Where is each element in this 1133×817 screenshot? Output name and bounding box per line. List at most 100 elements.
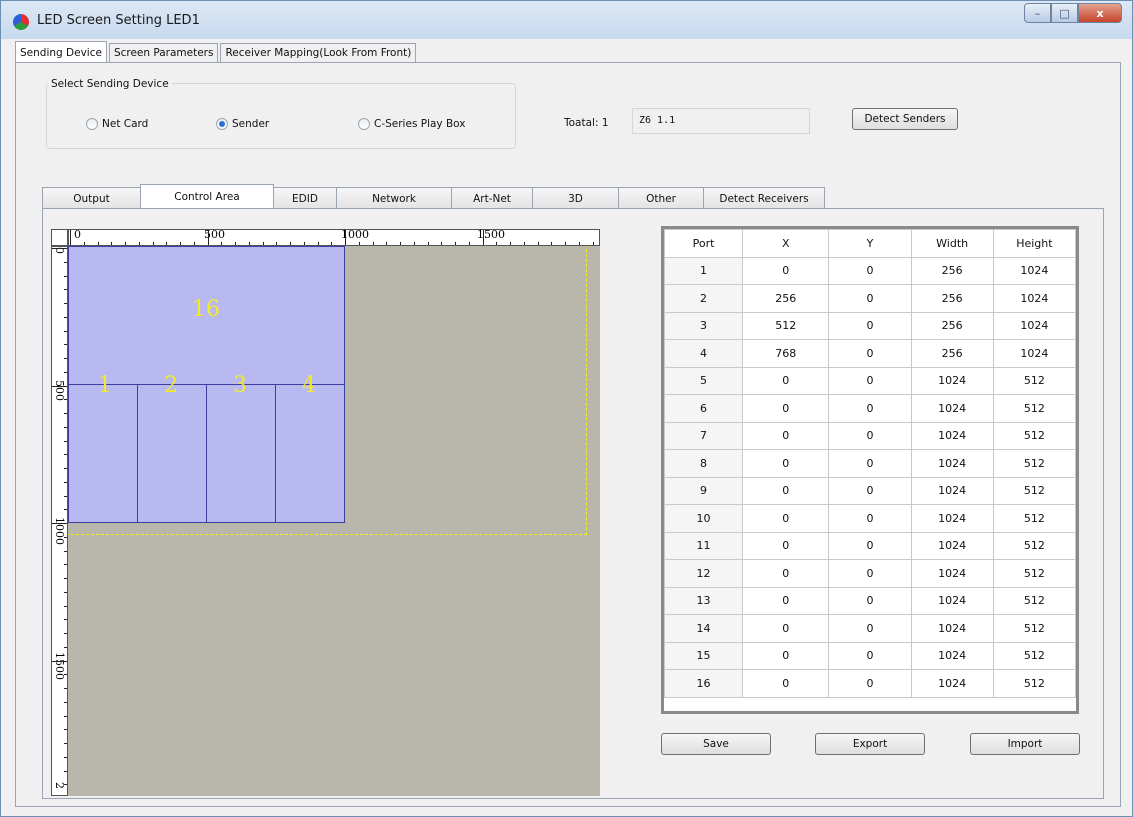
table-cell-height[interactable]: 512 <box>992 669 1077 698</box>
detect-senders-button[interactable]: Detect Senders <box>852 108 958 130</box>
table-cell-y[interactable]: 0 <box>828 586 912 615</box>
table-cell-y[interactable]: 0 <box>828 476 912 505</box>
table-cell-x[interactable]: 0 <box>742 421 830 450</box>
table-row[interactable]: 16 0 0 1024 512 <box>663 669 1077 698</box>
table-cell-height[interactable]: 1024 <box>992 339 1077 368</box>
table-cell-port[interactable]: 1 <box>663 256 744 285</box>
table-cell-height[interactable]: 512 <box>992 366 1077 395</box>
radio-sender[interactable]: Sender <box>216 118 269 130</box>
table-cell-x[interactable]: 512 <box>742 311 830 340</box>
table-row[interactable]: 15 0 0 1024 512 <box>663 641 1077 670</box>
table-row[interactable]: 14 0 0 1024 512 <box>663 614 1077 643</box>
table-row[interactable]: 4 768 0 256 1024 <box>663 339 1077 368</box>
table-cell-port[interactable]: 3 <box>663 311 744 340</box>
table-cell-x[interactable]: 0 <box>742 669 830 698</box>
table-cell-height[interactable]: 512 <box>992 614 1077 643</box>
radio-c-series-play-box[interactable]: C-Series Play Box <box>358 118 466 130</box>
table-cell-width[interactable]: 1024 <box>910 586 994 615</box>
tab-detect-receivers[interactable]: Detect Receivers <box>703 187 825 209</box>
table-cell-y[interactable]: 0 <box>828 284 912 313</box>
radio-net-card[interactable]: Net Card <box>86 118 148 130</box>
import-button[interactable]: Import <box>970 733 1080 755</box>
table-cell-port[interactable]: 7 <box>663 421 744 450</box>
table-row[interactable]: 12 0 0 1024 512 <box>663 559 1077 588</box>
table-cell-y[interactable]: 0 <box>828 504 912 533</box>
table-cell-x[interactable]: 0 <box>742 476 830 505</box>
table-cell-y[interactable]: 0 <box>828 366 912 395</box>
table-cell-height[interactable]: 1024 <box>992 311 1077 340</box>
table-cell-y[interactable]: 0 <box>828 641 912 670</box>
table-cell-port[interactable]: 11 <box>663 531 744 560</box>
tab-other[interactable]: Other <box>618 187 704 209</box>
table-cell-y[interactable]: 0 <box>828 311 912 340</box>
table-cell-height[interactable]: 512 <box>992 559 1077 588</box>
table-cell-x[interactable]: 0 <box>742 586 830 615</box>
tab-edid[interactable]: EDID <box>273 187 337 209</box>
table-cell-x[interactable]: 0 <box>742 559 830 588</box>
table-cell-y[interactable]: 0 <box>828 669 912 698</box>
table-cell-height[interactable]: 512 <box>992 421 1077 450</box>
region-16[interactable]: 16 <box>68 246 345 385</box>
table-row[interactable]: 9 0 0 1024 512 <box>663 476 1077 505</box>
table-cell-port[interactable]: 4 <box>663 339 744 368</box>
region-3[interactable]: 3 <box>206 373 276 523</box>
tab-receiver-mapping[interactable]: Receiver Mapping(Look From Front) <box>220 43 417 63</box>
table-cell-height[interactable]: 1024 <box>992 284 1077 313</box>
tab-sending-device[interactable]: Sending Device <box>15 41 107 63</box>
tab-screen-parameters[interactable]: Screen Parameters <box>108 43 219 63</box>
table-cell-width[interactable]: 1024 <box>910 421 994 450</box>
table-row[interactable]: 6 0 0 1024 512 <box>663 394 1077 423</box>
table-cell-x[interactable]: 0 <box>742 394 830 423</box>
table-cell-height[interactable]: 512 <box>992 641 1077 670</box>
table-cell-width[interactable]: 1024 <box>910 641 994 670</box>
table-cell-x[interactable]: 0 <box>742 504 830 533</box>
table-cell-x[interactable]: 0 <box>742 256 830 285</box>
table-cell-y[interactable]: 0 <box>828 531 912 560</box>
region-4[interactable]: 4 <box>275 373 345 523</box>
tab-art-net[interactable]: Art-Net <box>451 187 533 209</box>
table-cell-x[interactable]: 0 <box>742 449 830 478</box>
region-2[interactable]: 2 <box>137 373 207 523</box>
table-cell-y[interactable]: 0 <box>828 256 912 285</box>
table-cell-y[interactable]: 0 <box>828 421 912 450</box>
table-row[interactable]: 3 512 0 256 1024 <box>663 311 1077 340</box>
table-row[interactable]: 11 0 0 1024 512 <box>663 531 1077 560</box>
table-cell-width[interactable]: 256 <box>910 311 994 340</box>
export-button[interactable]: Export <box>815 733 925 755</box>
tab-3d[interactable]: 3D <box>532 187 619 209</box>
table-cell-port[interactable]: 6 <box>663 394 744 423</box>
control-area-canvas[interactable]: 16 1 2 3 4 <box>68 246 600 796</box>
table-row[interactable]: 2 256 0 256 1024 <box>663 284 1077 313</box>
table-row[interactable]: 5 0 0 1024 512 <box>663 366 1077 395</box>
table-cell-height[interactable]: 512 <box>992 394 1077 423</box>
table-cell-width[interactable]: 1024 <box>910 449 994 478</box>
region-1[interactable]: 1 <box>68 373 138 523</box>
table-cell-port[interactable]: 14 <box>663 614 744 643</box>
table-cell-width[interactable]: 1024 <box>910 476 994 505</box>
table-row[interactable]: 13 0 0 1024 512 <box>663 586 1077 615</box>
maximize-button[interactable]: □ <box>1051 3 1078 23</box>
table-cell-width[interactable]: 256 <box>910 339 994 368</box>
table-cell-width[interactable]: 1024 <box>910 531 994 560</box>
table-cell-port[interactable]: 2 <box>663 284 744 313</box>
table-cell-width[interactable]: 1024 <box>910 614 994 643</box>
table-cell-width[interactable]: 1024 <box>910 504 994 533</box>
table-cell-port[interactable]: 5 <box>663 366 744 395</box>
table-cell-height[interactable]: 512 <box>992 449 1077 478</box>
table-cell-width[interactable]: 256 <box>910 284 994 313</box>
table-cell-width[interactable]: 1024 <box>910 394 994 423</box>
table-cell-x[interactable]: 0 <box>742 531 830 560</box>
table-cell-width[interactable]: 1024 <box>910 559 994 588</box>
table-cell-x[interactable]: 768 <box>742 339 830 368</box>
table-cell-y[interactable]: 0 <box>828 394 912 423</box>
table-cell-x[interactable]: 0 <box>742 366 830 395</box>
table-cell-height[interactable]: 512 <box>992 476 1077 505</box>
table-cell-height[interactable]: 512 <box>992 504 1077 533</box>
table-cell-port[interactable]: 10 <box>663 504 744 533</box>
table-cell-port[interactable]: 15 <box>663 641 744 670</box>
tab-output[interactable]: Output <box>42 187 141 209</box>
table-row[interactable]: 7 0 0 1024 512 <box>663 421 1077 450</box>
tab-network[interactable]: Network <box>336 187 452 209</box>
table-cell-y[interactable]: 0 <box>828 449 912 478</box>
table-cell-port[interactable]: 16 <box>663 669 744 698</box>
